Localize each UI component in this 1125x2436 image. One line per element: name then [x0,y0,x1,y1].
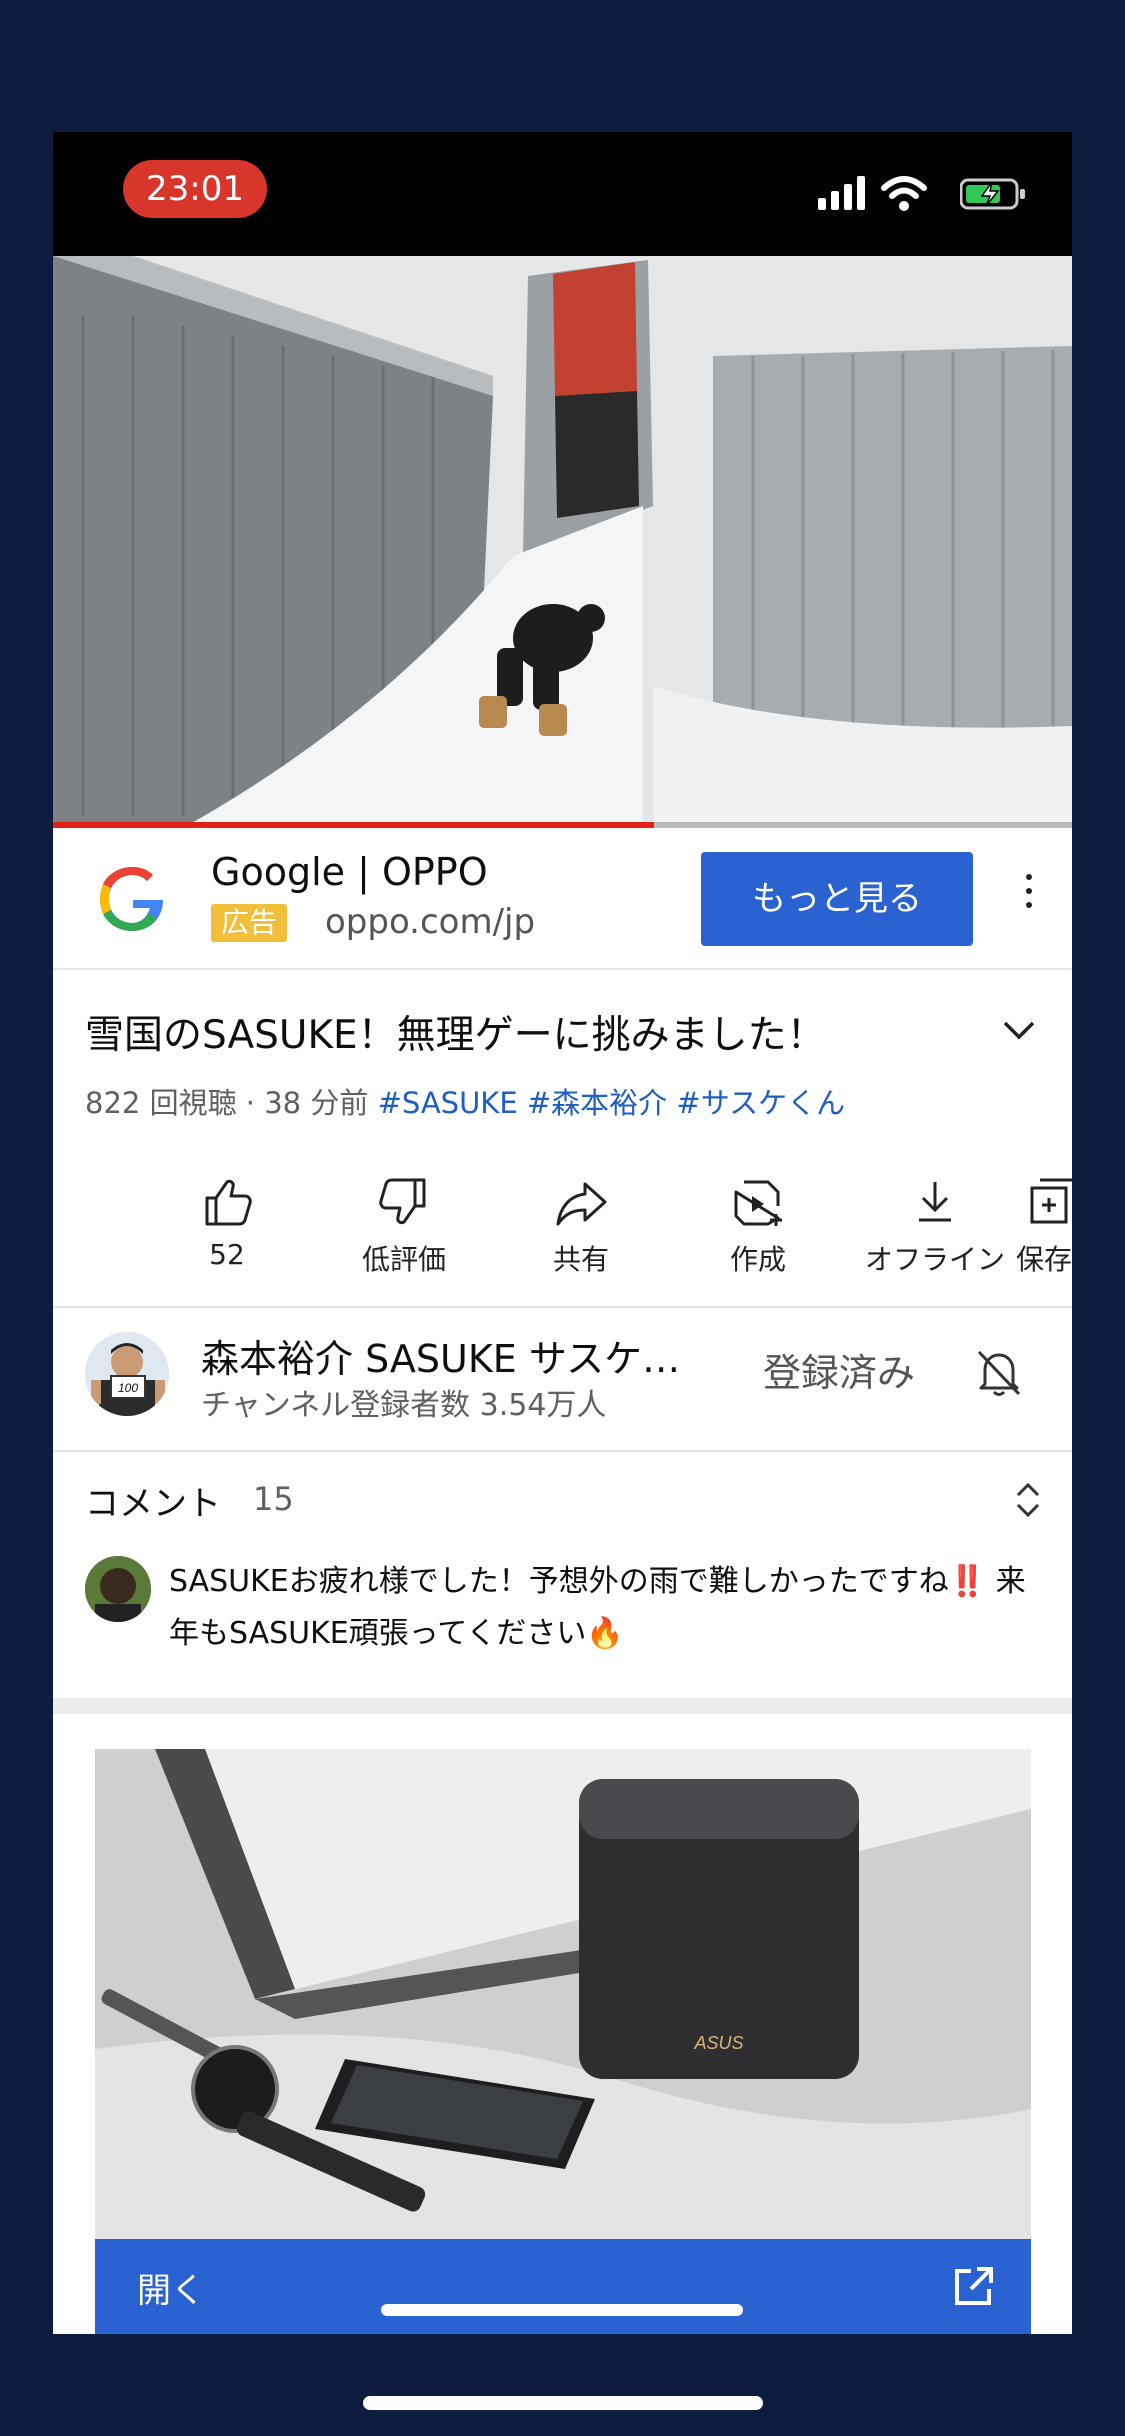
home-indicator-inner[interactable] [381,2304,743,2316]
download-button[interactable]: オフライン [847,1162,1023,1302]
product-ad[interactable]: ASUS 開く [95,1749,1031,2334]
bell-off-icon[interactable] [971,1344,1027,1400]
remix-label: 作成 [729,1243,786,1276]
save-icon [1030,1178,1072,1224]
view-count-time: 822 回視聴 · 38 分前 [85,1086,378,1120]
download-icon [919,1182,951,1222]
divider [53,1306,1072,1308]
divider [53,1450,1072,1452]
status-time[interactable]: 23:01 [123,160,267,218]
wifi-icon [881,176,927,211]
subscriber-count: チャンネル登録者数 3.54万人 [201,1388,607,1423]
status-bar: 23:01 [53,132,1072,256]
channel-name[interactable]: 森本裕介 SASUKE サスケ… [201,1328,680,1383]
external-link-icon[interactable] [951,2265,995,2309]
avatar-badge-text: 100 [118,1381,138,1395]
section-gap [53,1698,1072,1714]
ad-badge: 広告 [211,904,288,942]
open-label: 開く [137,2271,205,2311]
video-meta: 822 回視聴 · 38 分前 #SASUKE #森本裕介 #サスケくん [85,1080,845,1122]
save-label: 保存 [1016,1243,1072,1276]
download-label: オフライン [864,1243,1005,1276]
share-label: 共有 [552,1243,609,1276]
channel-avatar[interactable]: 100 [85,1332,169,1416]
thumbs-down-icon [379,1178,426,1225]
see-more-button[interactable]: もっと見る [701,852,973,946]
google-icon [100,867,163,931]
ad-url[interactable]: oppo.com/jp [325,902,535,942]
chevron-down-icon[interactable] [1001,1018,1037,1042]
top-comment-text[interactable]: SASUKEお疲れ様でした！予想外の雨で難しかったですね‼️ 来年もSASUKE… [169,1556,1049,1660]
share-icon [556,1182,607,1226]
hashtag[interactable]: #SASUKE [378,1086,518,1120]
thumbs-up-icon [205,1179,252,1226]
more-options-icon[interactable] [1021,874,1037,924]
hashtag[interactable]: #サスケくん [676,1086,845,1120]
remix-button[interactable]: 作成 [670,1162,846,1302]
expand-icon[interactable] [1013,1478,1043,1522]
like-button[interactable]: 52 [139,1162,315,1302]
commenter-avatar[interactable] [85,1556,151,1622]
remix-icon [734,1180,782,1226]
comments-label[interactable]: コメント [85,1476,221,1525]
video-player[interactable] [53,256,1072,828]
battery-charging-icon [960,178,1025,210]
share-button[interactable]: 共有 [493,1162,669,1302]
dislike-label: 低評価 [361,1243,446,1276]
dislike-button[interactable]: 低評価 [316,1162,492,1302]
like-count: 52 [209,1238,245,1271]
video-title[interactable]: 雪国のSASUKE！無理ゲーに挑みました！ [85,1004,826,1060]
promoted-ad-row[interactable]: Google | OPPO 広告 oppo.com/jp もっと見る [53,828,1072,970]
hashtag[interactable]: #森本裕介 [527,1086,667,1120]
phone-screen: 23:01 Google | OPPO 広告 oppo.com/jp もっと見る… [53,132,1072,2334]
home-indicator[interactable] [363,2396,763,2410]
save-button[interactable]: 保存 [1016,1162,1072,1302]
comments-count: 15 [253,1480,294,1518]
ad-title: Google | OPPO [211,850,488,894]
action-bar: 52 低評価 共有 作成 オフライン 保存 [53,1162,1072,1312]
signal-icon [818,176,865,210]
subscribed-button[interactable]: 登録済み [763,1342,915,1397]
product-ad-image: ASUS [95,1749,1031,2239]
asus-logo: ASUS [693,2033,743,2053]
open-ad-bar[interactable]: 開く [95,2239,1031,2334]
